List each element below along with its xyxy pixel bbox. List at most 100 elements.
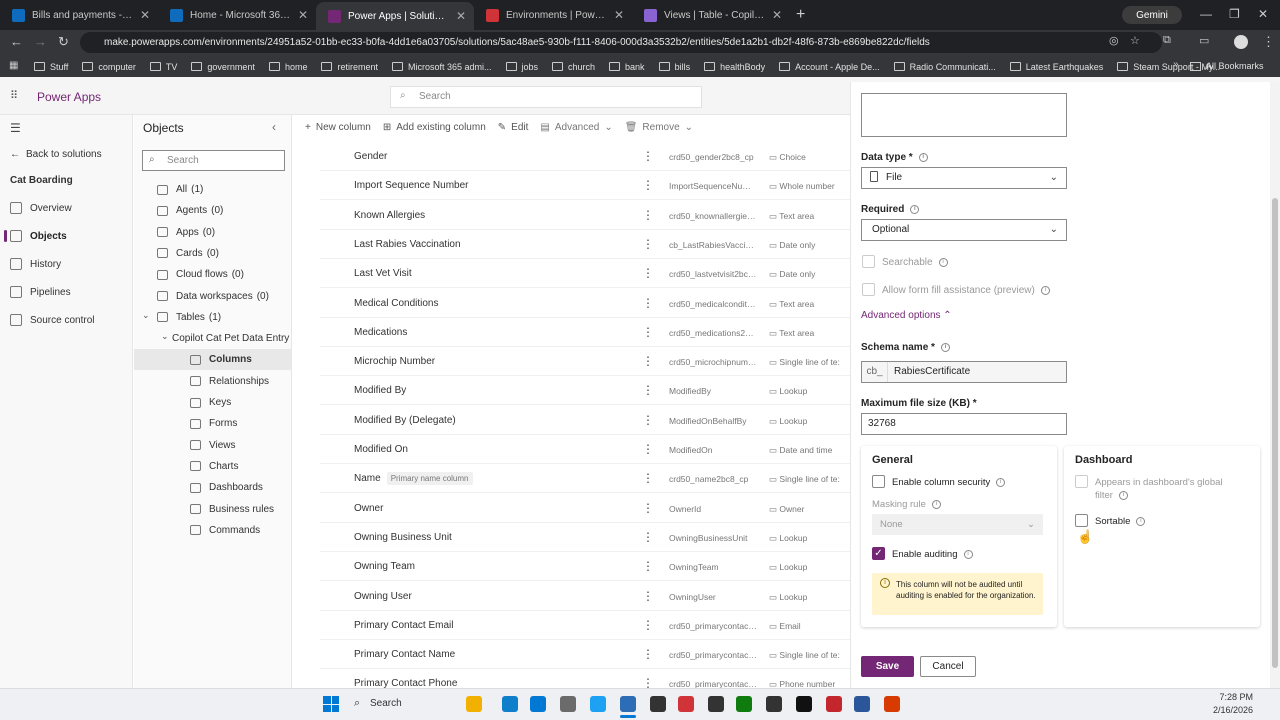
- table-row[interactable]: Last Rabies Vaccination ⋮ cb_LastRabiesVac…: [320, 230, 850, 259]
- reload-icon[interactable]: ↻: [58, 34, 69, 50]
- column-name[interactable]: Name Primary name column: [354, 472, 473, 486]
- browser-tab[interactable]: Environments | Power Platform ✕: [474, 0, 632, 30]
- apps-grid-icon[interactable]: ▦: [9, 60, 18, 71]
- star-icon[interactable]: ☆: [1130, 34, 1140, 47]
- more-options-icon[interactable]: ⋮: [642, 442, 654, 456]
- clock-date[interactable]: 2/16/2026: [1200, 705, 1253, 715]
- cmd-new-column[interactable]: + New column: [305, 122, 371, 133]
- restore-icon[interactable]: ❐: [1229, 7, 1240, 21]
- column-name[interactable]: Medical Conditions: [354, 298, 439, 309]
- bookmark-item[interactable]: Stuff: [34, 62, 68, 72]
- file-explorer-icon[interactable]: [502, 696, 518, 712]
- more-options-icon[interactable]: ⋮: [642, 149, 654, 163]
- bookmark-item[interactable]: church: [552, 62, 595, 72]
- chrome-icon[interactable]: [620, 696, 636, 712]
- tab-close-icon[interactable]: ✕: [456, 9, 466, 23]
- table-row[interactable]: Import Sequence Number ⋮ ImportSequenceNum…: [320, 171, 850, 201]
- info-icon[interactable]: i: [910, 204, 920, 214]
- object-item[interactable]: Cards (0): [134, 243, 292, 264]
- data-type-select[interactable]: File ⌄: [861, 167, 1067, 189]
- column-name[interactable]: Owner: [354, 503, 383, 514]
- column-name[interactable]: Primary Contact Email: [354, 620, 453, 631]
- bookmark-item[interactable]: computer: [82, 62, 136, 72]
- table-row[interactable]: Last Vet Visit ⋮ crd50_lastvetvisit2bc8_..…: [320, 259, 850, 289]
- schema-name-input[interactable]: cb_ RabiesCertificate: [861, 361, 1067, 383]
- table-row[interactable]: Medical Conditions ⋮ crd50_medicalconditio…: [320, 289, 850, 318]
- info-icon[interactable]: i: [918, 152, 928, 162]
- window-close-icon[interactable]: ✕: [1258, 7, 1268, 21]
- object-item[interactable]: Views: [134, 435, 292, 456]
- edge-icon[interactable]: [530, 696, 546, 712]
- object-item[interactable]: Forms: [134, 413, 292, 434]
- tab-close-icon[interactable]: ✕: [298, 8, 308, 22]
- more-options-icon[interactable]: ⋮: [642, 354, 654, 368]
- searchable-checkbox[interactable]: [862, 255, 875, 268]
- bookmark-item[interactable]: bills: [658, 62, 690, 72]
- form-fill-checkbox[interactable]: [862, 283, 875, 296]
- more-options-icon[interactable]: ⋮: [642, 589, 654, 603]
- cmd-edit[interactable]: ✎ Edit: [498, 122, 529, 133]
- terminal-icon[interactable]: [650, 696, 666, 712]
- column-name[interactable]: Medications: [354, 327, 407, 338]
- back-to-solutions-link[interactable]: ← Back to solutions: [10, 149, 102, 160]
- sidepanel-icon[interactable]: ▭: [1199, 34, 1209, 47]
- object-item[interactable]: Commands: [134, 520, 292, 541]
- required-select[interactable]: Optional ⌄: [861, 219, 1067, 241]
- info-icon[interactable]: i: [1118, 490, 1128, 500]
- more-bookmarks-icon[interactable]: »: [1173, 59, 1179, 70]
- eye-off-icon[interactable]: ◎: [1109, 34, 1119, 47]
- more-options-icon[interactable]: ⋮: [642, 325, 654, 339]
- waffle-icon[interactable]: ⠿: [10, 89, 18, 102]
- masking-rule-select[interactable]: None ⌄: [872, 514, 1043, 535]
- more-options-icon[interactable]: ⋮: [642, 676, 654, 688]
- object-item[interactable]: Data workspaces (0): [134, 286, 292, 307]
- emoji-icon[interactable]: [466, 696, 482, 712]
- antivirus-icon[interactable]: [854, 696, 870, 712]
- app-name[interactable]: Power Apps: [37, 90, 101, 104]
- bookmark-item[interactable]: home: [268, 62, 307, 72]
- bookmark-item[interactable]: government: [191, 62, 255, 72]
- vscode-icon[interactable]: [708, 696, 724, 712]
- more-options-icon[interactable]: ⋮: [642, 530, 654, 544]
- panel-scrollbar[interactable]: [1270, 82, 1280, 688]
- table-row[interactable]: Modified On ⋮ ModifiedOn ▭ Date and time: [320, 435, 850, 464]
- word-icon[interactable]: [884, 696, 900, 712]
- column-name[interactable]: Owning Business Unit: [354, 532, 452, 543]
- nav-item-objects[interactable]: Objects: [10, 230, 67, 242]
- cmd-add-existing-column[interactable]: ⊞ Add existing column: [383, 122, 486, 133]
- column-name[interactable]: Last Vet Visit: [354, 268, 412, 279]
- tab-close-icon[interactable]: ✕: [772, 8, 782, 22]
- more-options-icon[interactable]: ⋮: [642, 471, 654, 485]
- info-icon[interactable]: i: [940, 342, 950, 352]
- object-item[interactable]: Columns: [134, 349, 292, 371]
- malwarebytes-icon[interactable]: [678, 696, 694, 712]
- enable-auditing-checkbox[interactable]: ✓: [872, 547, 885, 560]
- more-options-icon[interactable]: ⋮: [642, 208, 654, 222]
- column-name[interactable]: Owning User: [354, 591, 412, 602]
- bookmark-item[interactable]: jobs: [505, 62, 538, 72]
- gemini-button[interactable]: Gemini: [1122, 6, 1182, 24]
- object-item[interactable]: Apps (0): [134, 222, 292, 243]
- column-name[interactable]: Modified By (Delegate): [354, 415, 456, 426]
- column-name[interactable]: Known Allergies: [354, 210, 425, 221]
- more-options-icon[interactable]: ⋮: [642, 178, 654, 192]
- advanced-options-toggle[interactable]: Advanced options ⌃: [861, 310, 952, 321]
- object-item[interactable]: Business rules: [134, 499, 292, 520]
- info-icon[interactable]: i: [996, 477, 1006, 487]
- more-options-icon[interactable]: ⋮: [642, 266, 654, 280]
- bookmark-item[interactable]: TV: [149, 62, 177, 72]
- save-button[interactable]: Save: [861, 656, 914, 677]
- more-options-icon[interactable]: ⋮: [642, 647, 654, 661]
- tab-close-icon[interactable]: ✕: [614, 8, 624, 22]
- browser-tab[interactable]: Power Apps | Solutions - Cat Bo ✕: [316, 2, 474, 30]
- table-row[interactable]: Known Allergies ⋮ crd50_knownallergies2...…: [320, 201, 850, 230]
- info-icon[interactable]: i: [1040, 285, 1050, 295]
- bookmark-item[interactable]: Microsoft 365 admi...: [391, 62, 492, 72]
- url-input[interactable]: make.powerapps.com/environments/24951a52…: [80, 32, 1162, 53]
- settings-icon[interactable]: [796, 696, 812, 712]
- column-name[interactable]: Owning Team: [354, 561, 415, 572]
- more-options-icon[interactable]: ⋮: [642, 559, 654, 573]
- table-row[interactable]: Modified By ⋮ ModifiedBy ▭ Lookup: [320, 376, 850, 406]
- xbox-icon[interactable]: [766, 696, 782, 712]
- column-name[interactable]: Modified By: [354, 385, 406, 396]
